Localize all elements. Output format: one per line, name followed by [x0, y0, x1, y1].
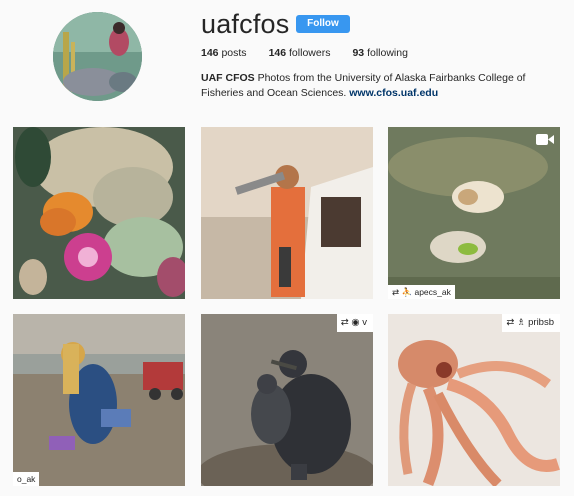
post-tile-fisherman-on-boat[interactable] [201, 127, 373, 299]
repost-icon: ⇄ [340, 317, 349, 328]
post-tile-octopus[interactable]: ⇄ ♗ pribsb [388, 314, 560, 486]
profile-stats: 146 posts 146 followers 93 following [201, 47, 430, 59]
follow-button[interactable]: Follow [296, 15, 350, 33]
followers-stat[interactable]: 146 followers [269, 47, 331, 59]
tag-avatar-icon: ⛹ [401, 287, 413, 297]
profile-bio: UAF CFOS Photos from the University of A… [201, 71, 551, 101]
following-stat[interactable]: 93 following [352, 47, 407, 59]
posts-stat: 146 posts [201, 47, 247, 59]
video-icon [536, 133, 554, 146]
bio-name: UAF CFOS [201, 72, 255, 84]
post-user-tag[interactable]: ⇄ ⛹ apecs_ak [388, 285, 455, 299]
followers-count: 146 [268, 47, 287, 59]
following-label: following [367, 47, 408, 59]
profile-username: uafcfos [201, 9, 290, 39]
bio-link[interactable]: www.cfos.uaf.edu [349, 87, 438, 99]
post-tile-hermit-crab-shells[interactable]: ⇄ ⛹ apecs_ak [388, 127, 560, 299]
post-tile-cormorant-birds[interactable]: ⇄ ◉ v [201, 314, 373, 486]
tag-avatar-icon: ◉ [351, 317, 360, 328]
post-user-tag[interactable]: ⇄ ◉ v [336, 314, 373, 332]
following-count: 93 [352, 47, 365, 59]
post-user-tag[interactable]: o_ak [13, 472, 40, 486]
post-tile-sea-anemone-reef[interactable] [13, 127, 185, 299]
post-user-tag[interactable]: ⇄ ♗ pribsb [502, 314, 560, 332]
tag-avatar-icon: ♗ [516, 317, 526, 328]
post-tile-scientist-on-beach[interactable]: o_ak [13, 314, 185, 486]
repost-icon: ⇄ [506, 317, 515, 328]
followers-label: followers [289, 47, 331, 59]
posts-label: posts [221, 47, 247, 59]
repost-icon: ⇄ [392, 287, 400, 297]
profile-avatar[interactable] [53, 12, 142, 101]
posts-count: 146 [201, 47, 219, 59]
